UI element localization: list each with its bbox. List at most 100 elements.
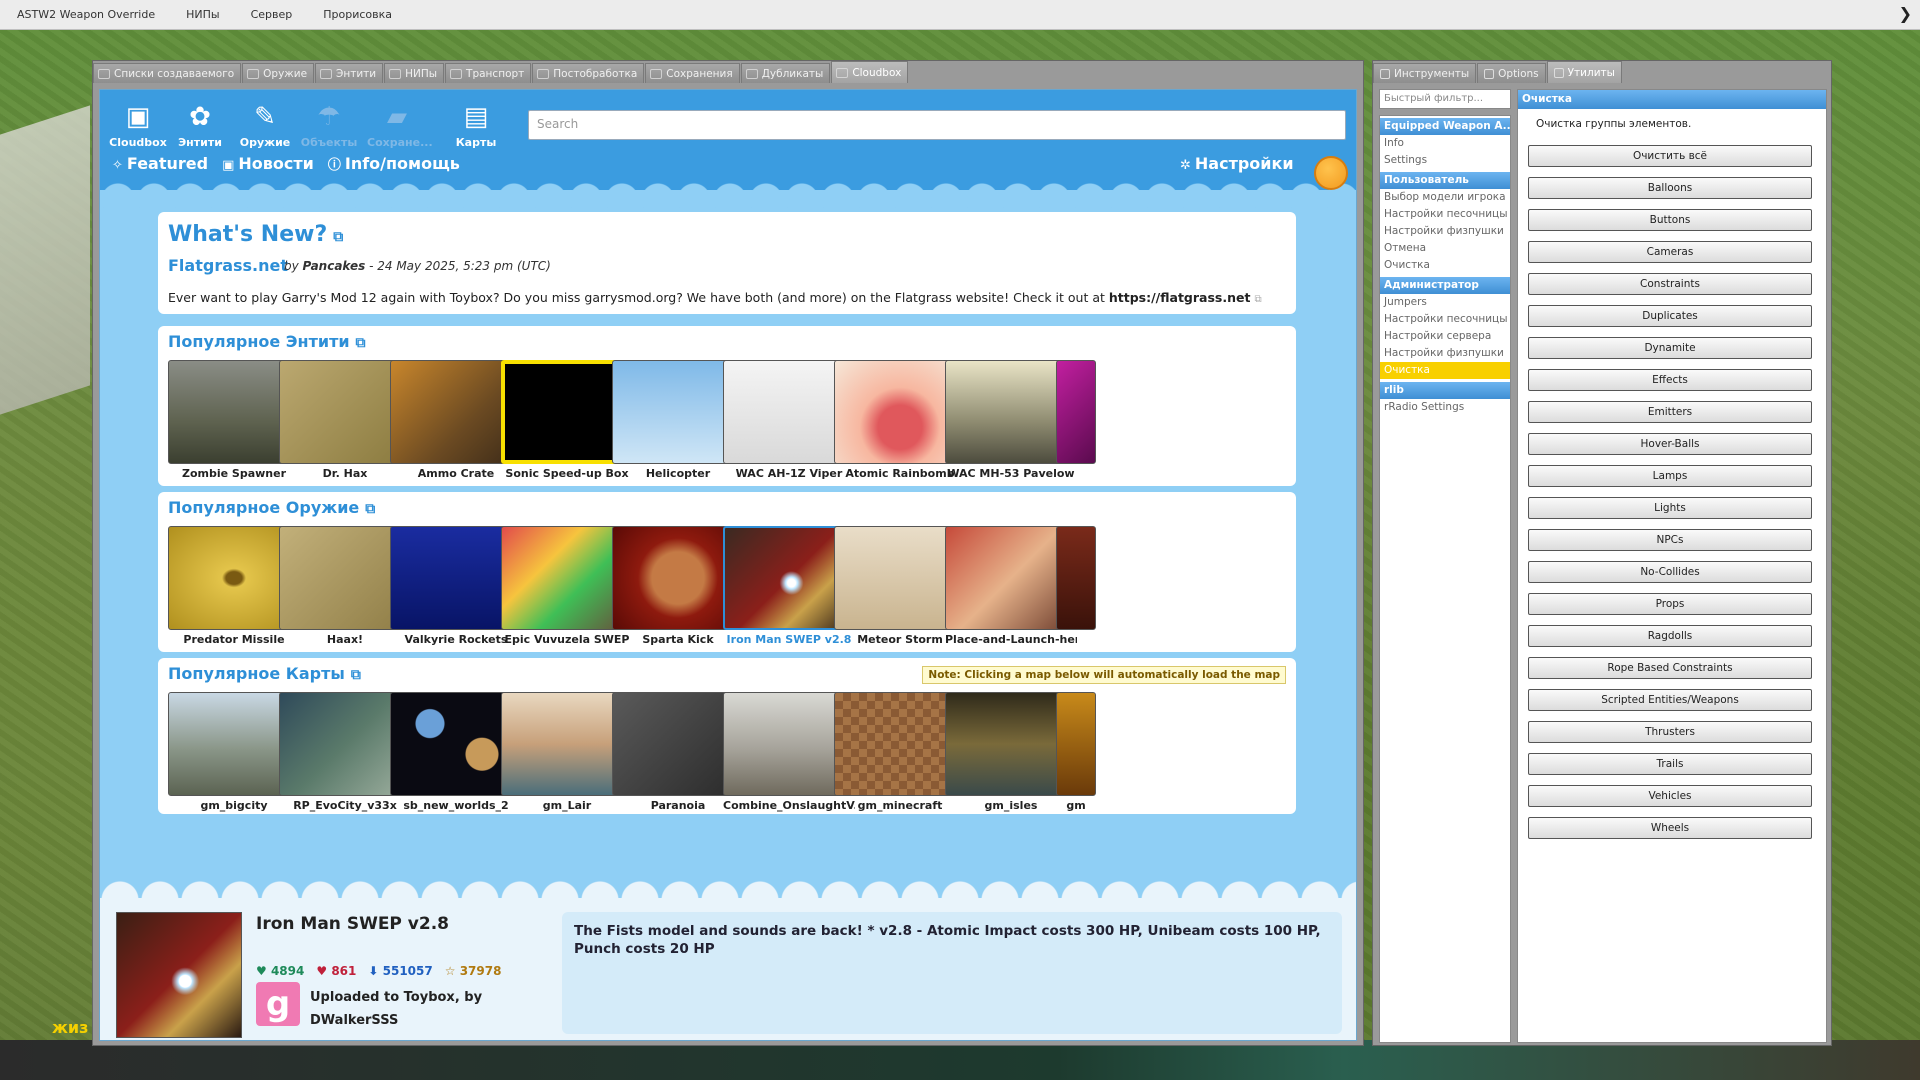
cleanup-button[interactable]: Hover-Balls: [1528, 433, 1812, 455]
image-icon: [537, 68, 550, 79]
cleanup-button[interactable]: NPCs: [1528, 529, 1812, 551]
cleanup-button[interactable]: Emitters: [1528, 401, 1812, 423]
section-title[interactable]: Популярное Оружие ⧉: [168, 498, 375, 517]
cleanup-button[interactable]: Trails: [1528, 753, 1812, 775]
cleanup-button[interactable]: Lights: [1528, 497, 1812, 519]
settings-link[interactable]: ✲ Настройки: [1180, 154, 1294, 173]
entity-card[interactable]: [1056, 360, 1096, 467]
tab-spawnlists[interactable]: Списки создаваемого: [93, 63, 242, 83]
cleanup-button[interactable]: No-Collides: [1528, 561, 1812, 583]
cleanup-button[interactable]: Vehicles: [1528, 785, 1812, 807]
nav-entities[interactable]: ✿ Энтити: [170, 102, 230, 149]
external-link-icon: ⧉: [365, 501, 376, 517]
menu-astw2[interactable]: ASTW2 Weapon Override: [0, 8, 169, 21]
entity-strip: Zombie Spawner Dr. Hax Ammo Crate Sonic …: [168, 360, 1296, 480]
selected-item-info: Iron Man SWEP v2.8 ♥ 4894 ♥ 861 ⬇ 551057…: [100, 898, 1356, 1040]
cleanup-button[interactable]: Lamps: [1528, 465, 1812, 487]
tab-dupes[interactable]: Дубликаты: [740, 63, 831, 83]
cleanup-button[interactable]: Constraints: [1528, 273, 1812, 295]
tree-item-selected[interactable]: Очистка: [1380, 362, 1510, 379]
player-viewmodel-strip: [0, 1040, 1920, 1080]
tree-item[interactable]: Отмена: [1380, 240, 1510, 257]
tree-item[interactable]: rRadio Settings: [1380, 399, 1510, 416]
tab-tools[interactable]: Инструменты: [1373, 63, 1477, 83]
map-card[interactable]: gm: [1056, 692, 1096, 812]
nav-label: Сохране...: [367, 136, 433, 149]
cleanup-button[interactable]: Ragdolls: [1528, 625, 1812, 647]
tab-label: Сохранения: [666, 67, 733, 80]
tab-label: Утилиты: [1567, 66, 1615, 79]
menu-npcs[interactable]: НИПы: [169, 8, 233, 21]
tab-npcs[interactable]: НИПы: [384, 63, 445, 83]
user-orb[interactable]: [1314, 156, 1348, 190]
tab-cloudbox[interactable]: Cloudbox: [831, 61, 909, 83]
tree-item[interactable]: Очистка: [1380, 257, 1510, 274]
tab-label: Оружие: [263, 67, 308, 80]
cleanup-button[interactable]: Thrusters: [1528, 721, 1812, 743]
cleanup-button[interactable]: Wheels: [1528, 817, 1812, 839]
featured-link[interactable]: ✧ Featured: [112, 154, 208, 173]
tab-saves[interactable]: Сохранения: [645, 63, 740, 83]
tree-item[interactable]: Settings: [1380, 152, 1510, 169]
nav-cloudbox[interactable]: ▣ Cloudbox: [108, 102, 168, 149]
star-icon: ☆: [444, 964, 456, 978]
nav-saves[interactable]: ▰ Сохране...: [367, 102, 433, 149]
toolmenu-tabs: Инструменты Options Утилиты: [1373, 61, 1623, 83]
menu-render[interactable]: Прорисовка: [306, 8, 406, 21]
tree-category[interactable]: rlib: [1380, 382, 1510, 399]
item-description: The Fists model and sounds are back! * v…: [562, 912, 1342, 1034]
cloud-border: [100, 178, 1356, 208]
nav-weapons[interactable]: ✎ Оружие: [235, 102, 295, 149]
section-title[interactable]: Популярное Карты ⧉: [168, 664, 361, 683]
cleanup-button[interactable]: Effects: [1528, 369, 1812, 391]
cleanup-button[interactable]: Cameras: [1528, 241, 1812, 263]
cleanup-button[interactable]: Props: [1528, 593, 1812, 615]
tree-item[interactable]: Выбор модели игрока: [1380, 189, 1510, 206]
tree-item[interactable]: Настройки песочницы: [1380, 206, 1510, 223]
search-input[interactable]: Search: [528, 110, 1346, 140]
news-link[interactable]: ▣ Новости: [222, 154, 314, 173]
nav-objects[interactable]: ☂ Объекты: [299, 102, 359, 149]
tree-item[interactable]: Настройки песочницы: [1380, 311, 1510, 328]
avatar[interactable]: g: [256, 982, 300, 1026]
news-icon: ▣: [222, 158, 235, 173]
tab-postprocess[interactable]: Постобработка: [532, 63, 645, 83]
info-link[interactable]: ⓘ Info/помощь: [328, 154, 460, 173]
cleanup-button[interactable]: Rope Based Constraints: [1528, 657, 1812, 679]
tree-item[interactable]: Настройки физпушки: [1380, 223, 1510, 240]
tab-options[interactable]: Options: [1477, 63, 1546, 83]
cleanup-button[interactable]: Dynamite: [1528, 337, 1812, 359]
tree-item[interactable]: Info: [1380, 135, 1510, 152]
tree-category[interactable]: Администратор: [1380, 277, 1510, 294]
news-source[interactable]: Flatgrass.net: [168, 256, 288, 275]
cleanup-button[interactable]: Duplicates: [1528, 305, 1812, 327]
tree-category[interactable]: Equipped Weapon A...: [1380, 118, 1510, 135]
thumbnail: [1056, 526, 1096, 630]
cleanup-all-button[interactable]: Очистить всё: [1528, 145, 1812, 167]
uploader-name[interactable]: DWalkerSSS: [310, 1013, 398, 1028]
map-icon: ▤: [463, 102, 489, 132]
news-link-url[interactable]: https://flatgrass.net: [1109, 290, 1251, 305]
tab-entities[interactable]: Энтити: [315, 63, 384, 83]
tab-vehicles[interactable]: Транспорт: [445, 63, 532, 83]
cleanup-button[interactable]: Scripted Entities/Weapons: [1528, 689, 1812, 711]
chevron-right-icon[interactable]: ❯: [1899, 4, 1912, 23]
weapon-card[interactable]: [1056, 526, 1096, 633]
cleanup-button[interactable]: Balloons: [1528, 177, 1812, 199]
nav-maps[interactable]: ▤ Карты: [446, 102, 506, 149]
background-road: [0, 105, 90, 415]
tab-label: Транспорт: [466, 67, 525, 80]
tree-category[interactable]: Пользователь: [1380, 172, 1510, 189]
tab-utilities[interactable]: Утилиты: [1546, 61, 1622, 83]
section-title[interactable]: Популярное Энтити ⧉: [168, 332, 366, 351]
cleanup-button[interactable]: Buttons: [1528, 209, 1812, 231]
tab-weapons[interactable]: Оружие: [242, 63, 315, 83]
quick-filter-input[interactable]: Быстрый фильтр...: [1379, 89, 1511, 109]
whats-new-title[interactable]: What's New? ⧉: [168, 222, 343, 247]
tree-item[interactable]: Настройки физпушки: [1380, 345, 1510, 362]
tree-item[interactable]: Jumpers: [1380, 294, 1510, 311]
likes-count: 4894: [270, 964, 305, 978]
menu-server[interactable]: Сервер: [234, 8, 307, 21]
tree-item[interactable]: Настройки сервера: [1380, 328, 1510, 345]
tab-label: Постобработка: [553, 67, 638, 80]
